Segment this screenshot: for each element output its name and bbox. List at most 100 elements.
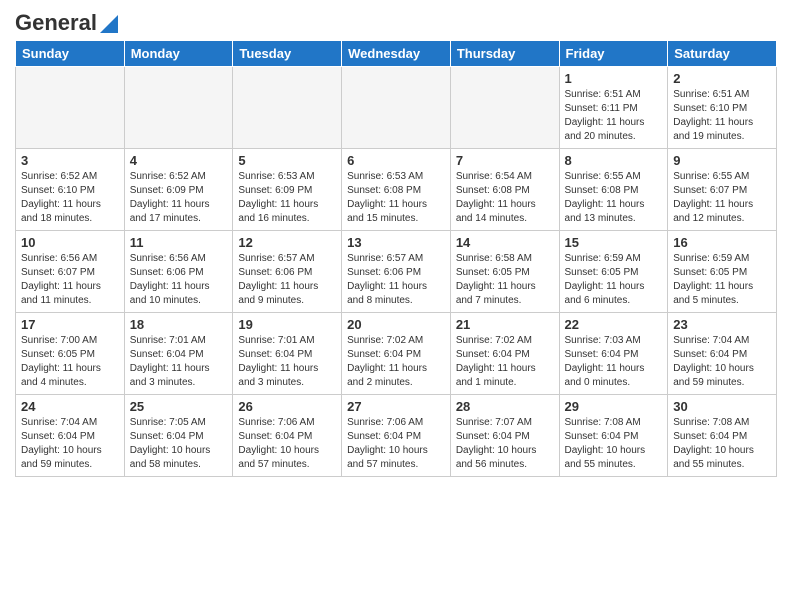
day-number: 13 xyxy=(347,235,445,250)
calendar-cell: 11Sunrise: 6:56 AM Sunset: 6:06 PM Dayli… xyxy=(124,231,233,313)
day-info: Sunrise: 6:57 AM Sunset: 6:06 PM Dayligh… xyxy=(347,252,445,308)
day-info: Sunrise: 7:03 AM Sunset: 6:04 PM Dayligh… xyxy=(565,334,663,390)
calendar-cell: 25 Sunrise: 7:05 AM Sunset: 6:04 PM Dayli… xyxy=(124,395,233,477)
day-info: Sunrise: 6:58 AM Sunset: 6:05 PM Dayligh… xyxy=(456,252,554,308)
header: General xyxy=(15,10,777,32)
calendar-cell: 27 Sunrise: 7:06 AM Sunset: 6:04 PM Dayli… xyxy=(342,395,451,477)
day-number: 17 xyxy=(21,317,119,332)
day-info: Sunrise: 7:07 AM Sunset: 6:04 PM Dayligh… xyxy=(456,416,554,472)
calendar-row-3: 17 Sunrise: 7:00 AM Sunset: 6:05 PM Dayli… xyxy=(16,313,777,395)
calendar-cell: 28 Sunrise: 7:07 AM Sunset: 6:04 PM Dayli… xyxy=(450,395,559,477)
logo-triangle-icon xyxy=(100,15,118,33)
calendar-cell: 6 Sunrise: 6:53 AM Sunset: 6:08 PM Daylig… xyxy=(342,149,451,231)
calendar-cell xyxy=(16,67,125,149)
calendar-cell: 24Sunrise: 7:04 AM Sunset: 6:04 PM Dayli… xyxy=(16,395,125,477)
day-number: 22 xyxy=(565,317,663,332)
calendar-cell: 1 Sunrise: 6:51 AM Sunset: 6:11 PM Daylig… xyxy=(559,67,668,149)
calendar-cell xyxy=(124,67,233,149)
weekday-friday: Friday xyxy=(559,41,668,67)
day-info: Sunrise: 6:52 AM Sunset: 6:10 PM Dayligh… xyxy=(21,170,119,226)
calendar-cell: 21 Sunrise: 7:02 AM Sunset: 6:04 PM Dayli… xyxy=(450,313,559,395)
calendar-cell: 2Sunrise: 6:51 AM Sunset: 6:10 PM Daylig… xyxy=(668,67,777,149)
day-info: Sunrise: 6:54 AM Sunset: 6:08 PM Dayligh… xyxy=(456,170,554,226)
calendar-cell: 26 Sunrise: 7:06 AM Sunset: 6:04 PM Dayli… xyxy=(233,395,342,477)
day-number: 4 xyxy=(130,153,228,168)
day-info: Sunrise: 6:53 AM Sunset: 6:09 PM Dayligh… xyxy=(238,170,336,226)
day-info: Sunrise: 6:57 AM Sunset: 6:06 PM Dayligh… xyxy=(238,252,336,308)
logo-general: General xyxy=(15,10,97,36)
day-number: 30 xyxy=(673,399,771,414)
weekday-tuesday: Tuesday xyxy=(233,41,342,67)
day-number: 6 xyxy=(347,153,445,168)
calendar-table: SundayMondayTuesdayWednesdayThursdayFrid… xyxy=(15,40,777,477)
calendar-cell: 10Sunrise: 6:56 AM Sunset: 6:07 PM Dayli… xyxy=(16,231,125,313)
calendar-cell: 30 Sunrise: 7:08 AM Sunset: 6:04 PM Dayli… xyxy=(668,395,777,477)
day-info: Sunrise: 6:52 AM Sunset: 6:09 PM Dayligh… xyxy=(130,170,228,226)
day-number: 7 xyxy=(456,153,554,168)
day-info: Sunrise: 7:06 AM Sunset: 6:04 PM Dayligh… xyxy=(347,416,445,472)
day-number: 5 xyxy=(238,153,336,168)
day-info: Sunrise: 6:56 AM Sunset: 6:06 PM Dayligh… xyxy=(130,252,228,308)
day-number: 26 xyxy=(238,399,336,414)
day-info: Sunrise: 6:55 AM Sunset: 6:08 PM Dayligh… xyxy=(565,170,663,226)
calendar-cell: 4 Sunrise: 6:52 AM Sunset: 6:09 PM Daylig… xyxy=(124,149,233,231)
calendar-cell: 12 Sunrise: 6:57 AM Sunset: 6:06 PM Dayli… xyxy=(233,231,342,313)
day-number: 21 xyxy=(456,317,554,332)
day-info: Sunrise: 7:00 AM Sunset: 6:05 PM Dayligh… xyxy=(21,334,119,390)
day-number: 19 xyxy=(238,317,336,332)
calendar-cell: 3 Sunrise: 6:52 AM Sunset: 6:10 PM Daylig… xyxy=(16,149,125,231)
calendar-cell: 5 Sunrise: 6:53 AM Sunset: 6:09 PM Daylig… xyxy=(233,149,342,231)
day-number: 20 xyxy=(347,317,445,332)
day-number: 3 xyxy=(21,153,119,168)
day-info: Sunrise: 7:04 AM Sunset: 6:04 PM Dayligh… xyxy=(673,334,771,390)
calendar-row-2: 10Sunrise: 6:56 AM Sunset: 6:07 PM Dayli… xyxy=(16,231,777,313)
day-info: Sunrise: 6:55 AM Sunset: 6:07 PM Dayligh… xyxy=(673,170,771,226)
day-info: Sunrise: 7:02 AM Sunset: 6:04 PM Dayligh… xyxy=(456,334,554,390)
calendar-cell: 29Sunrise: 7:08 AM Sunset: 6:04 PM Dayli… xyxy=(559,395,668,477)
calendar-row-4: 24Sunrise: 7:04 AM Sunset: 6:04 PM Dayli… xyxy=(16,395,777,477)
day-number: 27 xyxy=(347,399,445,414)
day-info: Sunrise: 6:53 AM Sunset: 6:08 PM Dayligh… xyxy=(347,170,445,226)
day-info: Sunrise: 6:59 AM Sunset: 6:05 PM Dayligh… xyxy=(673,252,771,308)
day-number: 14 xyxy=(456,235,554,250)
day-number: 28 xyxy=(456,399,554,414)
weekday-wednesday: Wednesday xyxy=(342,41,451,67)
weekday-monday: Monday xyxy=(124,41,233,67)
day-number: 23 xyxy=(673,317,771,332)
day-number: 12 xyxy=(238,235,336,250)
day-number: 16 xyxy=(673,235,771,250)
day-info: Sunrise: 7:01 AM Sunset: 6:04 PM Dayligh… xyxy=(130,334,228,390)
day-number: 8 xyxy=(565,153,663,168)
calendar-row-1: 3 Sunrise: 6:52 AM Sunset: 6:10 PM Daylig… xyxy=(16,149,777,231)
day-info: Sunrise: 7:02 AM Sunset: 6:04 PM Dayligh… xyxy=(347,334,445,390)
calendar-cell: 19Sunrise: 7:01 AM Sunset: 6:04 PM Dayli… xyxy=(233,313,342,395)
calendar-cell: 23 Sunrise: 7:04 AM Sunset: 6:04 PM Dayli… xyxy=(668,313,777,395)
day-number: 1 xyxy=(565,71,663,86)
day-number: 25 xyxy=(130,399,228,414)
calendar-cell: 9 Sunrise: 6:55 AM Sunset: 6:07 PM Daylig… xyxy=(668,149,777,231)
calendar-cell: 8 Sunrise: 6:55 AM Sunset: 6:08 PM Daylig… xyxy=(559,149,668,231)
day-number: 18 xyxy=(130,317,228,332)
weekday-thursday: Thursday xyxy=(450,41,559,67)
calendar-cell: 13 Sunrise: 6:57 AM Sunset: 6:06 PM Dayli… xyxy=(342,231,451,313)
calendar-cell: 15Sunrise: 6:59 AM Sunset: 6:05 PM Dayli… xyxy=(559,231,668,313)
calendar-cell: 22 Sunrise: 7:03 AM Sunset: 6:04 PM Dayli… xyxy=(559,313,668,395)
day-info: Sunrise: 7:08 AM Sunset: 6:04 PM Dayligh… xyxy=(673,416,771,472)
calendar-cell: 7 Sunrise: 6:54 AM Sunset: 6:08 PM Daylig… xyxy=(450,149,559,231)
day-info: Sunrise: 6:51 AM Sunset: 6:11 PM Dayligh… xyxy=(565,88,663,144)
day-info: Sunrise: 7:05 AM Sunset: 6:04 PM Dayligh… xyxy=(130,416,228,472)
calendar-cell: 20 Sunrise: 7:02 AM Sunset: 6:04 PM Dayli… xyxy=(342,313,451,395)
day-number: 9 xyxy=(673,153,771,168)
calendar-cell: 14 Sunrise: 6:58 AM Sunset: 6:05 PM Dayli… xyxy=(450,231,559,313)
calendar-cell: 18 Sunrise: 7:01 AM Sunset: 6:04 PM Dayli… xyxy=(124,313,233,395)
day-info: Sunrise: 7:08 AM Sunset: 6:04 PM Dayligh… xyxy=(565,416,663,472)
day-info: Sunrise: 7:06 AM Sunset: 6:04 PM Dayligh… xyxy=(238,416,336,472)
logo: General xyxy=(15,10,118,32)
weekday-sunday: Sunday xyxy=(16,41,125,67)
weekday-saturday: Saturday xyxy=(668,41,777,67)
calendar-row-0: 1 Sunrise: 6:51 AM Sunset: 6:11 PM Daylig… xyxy=(16,67,777,149)
calendar-cell: 16 Sunrise: 6:59 AM Sunset: 6:05 PM Dayli… xyxy=(668,231,777,313)
calendar-cell xyxy=(233,67,342,149)
day-info: Sunrise: 6:56 AM Sunset: 6:07 PM Dayligh… xyxy=(21,252,119,308)
day-info: Sunrise: 7:04 AM Sunset: 6:04 PM Dayligh… xyxy=(21,416,119,472)
